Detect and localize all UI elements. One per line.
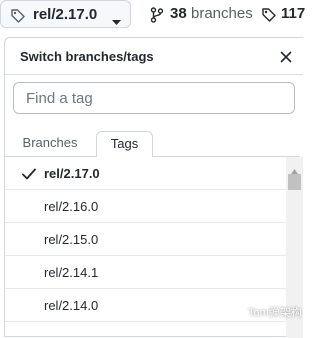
tab-tags[interactable]: Tags (96, 131, 153, 157)
scrollbar-thumb[interactable] (288, 174, 301, 190)
list-item[interactable]: rel/2.15.0 (5, 223, 286, 256)
tag-name: rel/2.14.0 (44, 298, 99, 313)
tag-name: rel/2.16.0 (44, 199, 99, 214)
tag-name: rel/2.14.1 (44, 265, 99, 280)
watermark-text: Tom弹架构 (248, 307, 302, 319)
tag-name: rel/2.17.0 (44, 166, 100, 181)
check-icon (22, 167, 36, 185)
wechat-icon (229, 303, 246, 320)
branches-count: 38 (170, 5, 187, 22)
ref-selector-panel: Switch branches/tags Branches Tags rel/2… (4, 37, 303, 338)
close-icon[interactable] (278, 49, 294, 65)
caret-down-icon (112, 13, 121, 31)
repo-ref-bar: rel/2.17.0 38 branches 117 (0, 0, 306, 30)
tags-count: 117 (281, 5, 306, 22)
list-item[interactable]: rel/2.17.0 (5, 157, 286, 190)
ref-tabs: Branches Tags (5, 131, 300, 157)
list-item[interactable]: rel/2.14.1 (5, 256, 286, 289)
tab-branches[interactable]: Branches (15, 131, 85, 156)
panel-header: Switch branches/tags (5, 38, 303, 75)
git-branch-icon (150, 7, 164, 28)
tag-name: rel/2.15.0 (44, 232, 99, 247)
find-tag-input[interactable] (13, 82, 295, 114)
tag-icon (261, 7, 277, 28)
branches-label: branches (191, 5, 253, 22)
branch-selector-button[interactable]: rel/2.17.0 (0, 0, 131, 28)
panel-title: Switch branches/tags (20, 49, 154, 64)
tag-icon (10, 8, 26, 29)
tag-list: rel/2.17.0 rel/2.16.0 rel/2.15.0 rel/2.1… (5, 157, 286, 322)
current-ref-label: rel/2.17.0 (33, 6, 98, 23)
list-item[interactable]: rel/2.16.0 (5, 190, 286, 223)
